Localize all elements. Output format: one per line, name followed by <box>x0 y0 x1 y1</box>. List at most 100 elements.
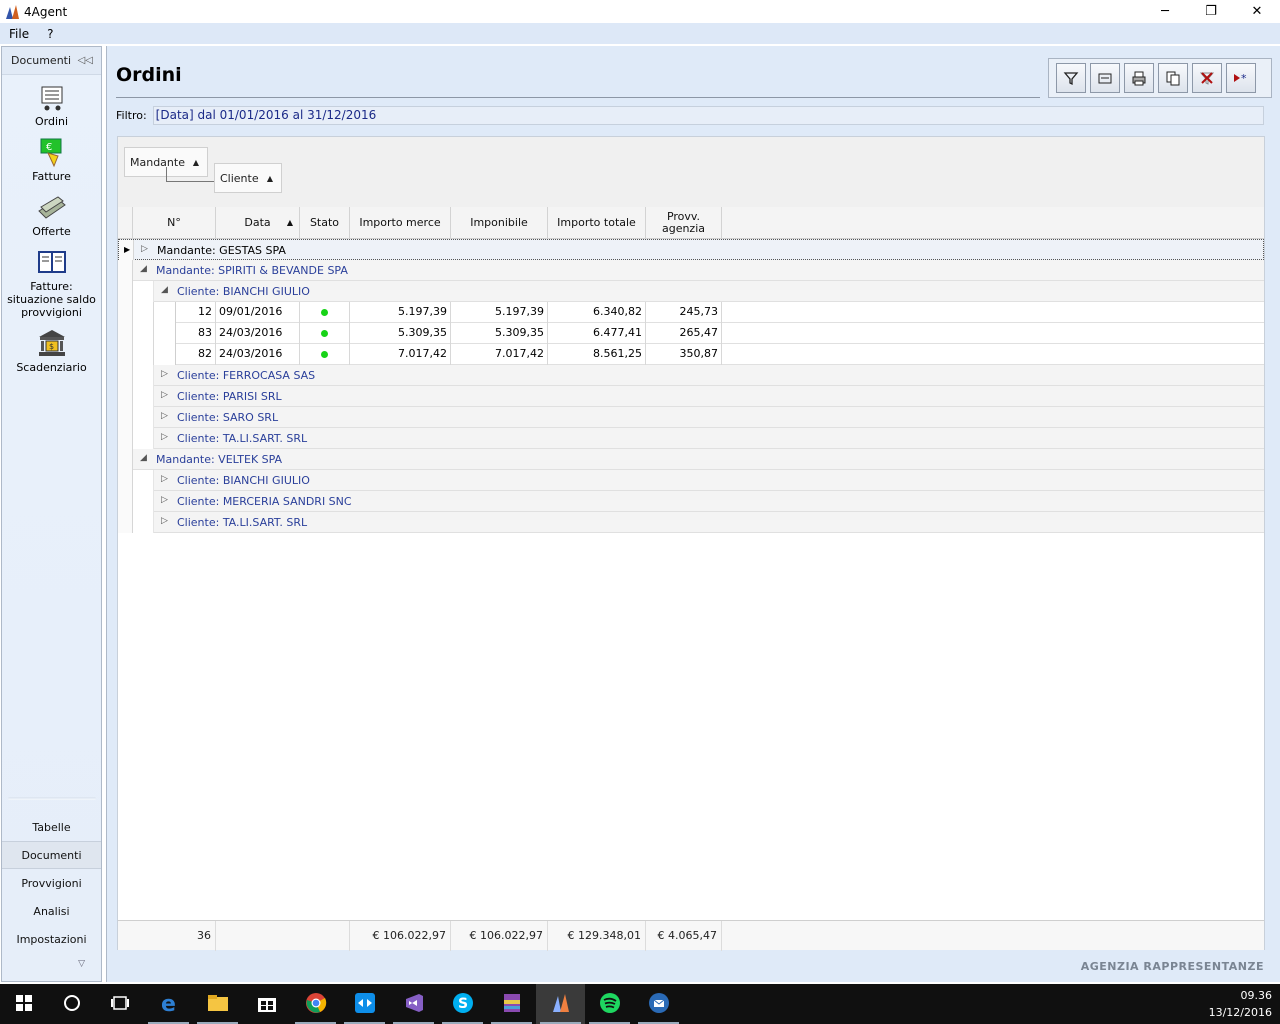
spotify-taskbar-button[interactable] <box>585 984 634 1024</box>
cell-provv-agenzia[interactable]: 245,73 <box>646 302 722 323</box>
cell-imponibile[interactable]: 5.197,39 <box>451 302 548 323</box>
sidebar-section-provvigioni[interactable]: Provvigioni <box>2 869 101 897</box>
sidebar-section-documenti[interactable]: Documenti <box>2 841 101 869</box>
group-row-mandante[interactable]: ▶ ▷ Mandante: GESTAS SPA <box>118 239 1264 261</box>
row-indicator[interactable]: ▶ <box>119 240 134 261</box>
store-taskbar-button[interactable] <box>242 984 291 1024</box>
sidebar-section-tabelle[interactable]: Tabelle <box>2 813 101 841</box>
menu-file[interactable]: File <box>0 27 38 41</box>
system-clock[interactable]: 09.36 13/12/2016 <box>1209 987 1272 1021</box>
expand-icon[interactable]: ▷ <box>161 411 168 421</box>
sidebar-item-ordini[interactable]: Ordini <box>2 81 102 128</box>
cell-importo-merce[interactable]: 7.017,42 <box>350 344 451 365</box>
collapse-icon[interactable]: ◢ <box>140 264 147 274</box>
cell-stato[interactable] <box>300 344 350 365</box>
cell-importo-totale[interactable]: 6.340,82 <box>548 302 646 323</box>
expand-icon[interactable]: ▷ <box>161 516 168 526</box>
preview-button[interactable] <box>1090 63 1120 93</box>
sidebar-item-fatture-saldo[interactable]: Fatture: situazione saldo provvigioni <box>2 246 102 319</box>
group-row-mandante[interactable]: ◢ Mandante: VELTEK SPA <box>118 449 1264 470</box>
row-indicator[interactable] <box>118 449 133 470</box>
cell-numero[interactable]: 83 <box>176 323 216 344</box>
cell-stato[interactable] <box>300 323 350 344</box>
start-taskbar-button[interactable] <box>0 984 48 1024</box>
row-indicator[interactable] <box>118 344 133 365</box>
column-header-imponibile[interactable]: Imponibile <box>451 207 548 239</box>
sidebar-section-analisi[interactable]: Analisi <box>2 897 101 925</box>
row-indicator[interactable] <box>118 281 133 302</box>
winrar-taskbar-button[interactable] <box>487 984 536 1024</box>
group-chip-cliente[interactable]: Cliente ▲ <box>214 163 282 193</box>
table-row[interactable]: 12 09/01/2016 5.197,39 5.197,39 6.340,82 245,… <box>118 302 1264 323</box>
group-row-cliente[interactable]: ▷ Cliente: TA.LI.SART. SRL <box>118 512 1264 533</box>
sidebar-item-fatture[interactable]: € Fatture <box>2 136 102 183</box>
column-header-data[interactable]: Data ▲ <box>216 207 300 239</box>
row-indicator[interactable] <box>118 365 133 386</box>
close-button[interactable]: ✕ <box>1234 0 1280 23</box>
sidebar-section-impostazioni[interactable]: Impostazioni <box>2 925 101 953</box>
row-indicator[interactable] <box>118 407 133 428</box>
expand-icon[interactable]: ▷ <box>161 432 168 442</box>
task-view-taskbar-button[interactable] <box>96 984 144 1024</box>
row-indicator[interactable] <box>118 512 133 533</box>
column-header-provv-agenzia[interactable]: Provv. agenzia <box>646 207 722 239</box>
group-row-cliente[interactable]: ▷ Cliente: BIANCHI GIULIO <box>118 470 1264 491</box>
cell-provv-agenzia[interactable]: 350,87 <box>646 344 722 365</box>
column-header-importo-merce[interactable]: Importo merce <box>350 207 451 239</box>
row-indicator[interactable] <box>118 428 133 449</box>
visual-studio-taskbar-button[interactable] <box>389 984 438 1024</box>
explorer-taskbar-button[interactable] <box>193 984 242 1024</box>
copy-button[interactable] <box>1158 63 1188 93</box>
group-row-cliente[interactable]: ▷ Cliente: PARISI SRL <box>118 386 1264 407</box>
remove-filter-button[interactable] <box>1192 63 1222 93</box>
row-indicator[interactable] <box>118 470 133 491</box>
search-taskbar-button[interactable] <box>48 984 96 1024</box>
collapse-icon[interactable]: ◢ <box>161 285 168 295</box>
table-row[interactable]: 82 24/03/2016 7.017,42 7.017,42 8.561,25 350,… <box>118 344 1264 365</box>
cell-imponibile[interactable]: 7.017,42 <box>451 344 548 365</box>
table-row[interactable]: 83 24/03/2016 5.309,35 5.309,35 6.477,41 265,… <box>118 323 1264 344</box>
column-header-importo-totale[interactable]: Importo totale <box>548 207 646 239</box>
collapse-sidebar-icon[interactable]: ◁◁ <box>78 55 93 66</box>
row-indicator[interactable] <box>118 302 133 323</box>
cell-provv-agenzia[interactable]: 265,47 <box>646 323 722 344</box>
sidebar-separator[interactable] <box>8 797 96 800</box>
minimize-button[interactable]: ─ <box>1142 0 1188 23</box>
cell-data[interactable]: 24/03/2016 <box>216 344 300 365</box>
row-indicator[interactable] <box>118 260 133 281</box>
row-indicator[interactable] <box>118 323 133 344</box>
cell-data[interactable]: 24/03/2016 <box>216 323 300 344</box>
filter-button[interactable] <box>1056 63 1086 93</box>
expand-icon[interactable]: ▷ <box>161 495 168 505</box>
cell-imponibile[interactable]: 5.309,35 <box>451 323 548 344</box>
chevron-down-icon[interactable]: ▽ <box>2 953 101 975</box>
edge-taskbar-button[interactable]: e <box>144 984 193 1024</box>
row-indicator[interactable] <box>118 491 133 512</box>
expand-icon[interactable]: ▷ <box>161 369 168 379</box>
group-row-cliente[interactable]: ▷ Cliente: TA.LI.SART. SRL <box>118 428 1264 449</box>
group-row-mandante[interactable]: ◢ Mandante: SPIRITI & BEVANDE SPA <box>118 260 1264 281</box>
cell-importo-merce[interactable]: 5.197,39 <box>350 302 451 323</box>
menu-help[interactable]: ? <box>38 27 62 41</box>
chrome-taskbar-button[interactable] <box>291 984 340 1024</box>
cell-stato[interactable] <box>300 302 350 323</box>
group-row-cliente[interactable]: ▷ Cliente: SARO SRL <box>118 407 1264 428</box>
filter-value[interactable]: [Data] dal 01/01/2016 al 31/12/2016 <box>152 106 1264 125</box>
expand-icon[interactable]: ▷ <box>161 390 168 400</box>
skype-taskbar-button[interactable]: S <box>438 984 487 1024</box>
column-header-stato[interactable]: Stato <box>300 207 350 239</box>
sidebar-item-scadenziario[interactable]: $ Scadenziario <box>2 327 102 374</box>
expand-icon[interactable]: ▷ <box>141 244 148 254</box>
group-row-cliente[interactable]: ▷ Cliente: FERROCASA SAS <box>118 365 1264 386</box>
thunderbird-taskbar-button[interactable] <box>634 984 683 1024</box>
group-row-cliente[interactable]: ▷ Cliente: MERCERIA SANDRI SNC <box>118 491 1264 512</box>
column-header-numero[interactable]: N° <box>133 207 216 239</box>
expand-icon[interactable]: ▷ <box>161 474 168 484</box>
cell-numero[interactable]: 12 <box>176 302 216 323</box>
restore-button[interactable]: ❐ <box>1188 0 1234 23</box>
cell-importo-totale[interactable]: 8.561,25 <box>548 344 646 365</box>
cell-data[interactable]: 09/01/2016 <box>216 302 300 323</box>
cell-numero[interactable]: 82 <box>176 344 216 365</box>
row-indicator[interactable] <box>118 386 133 407</box>
group-row-cliente[interactable]: ◢ Cliente: BIANCHI GIULIO <box>118 281 1264 302</box>
